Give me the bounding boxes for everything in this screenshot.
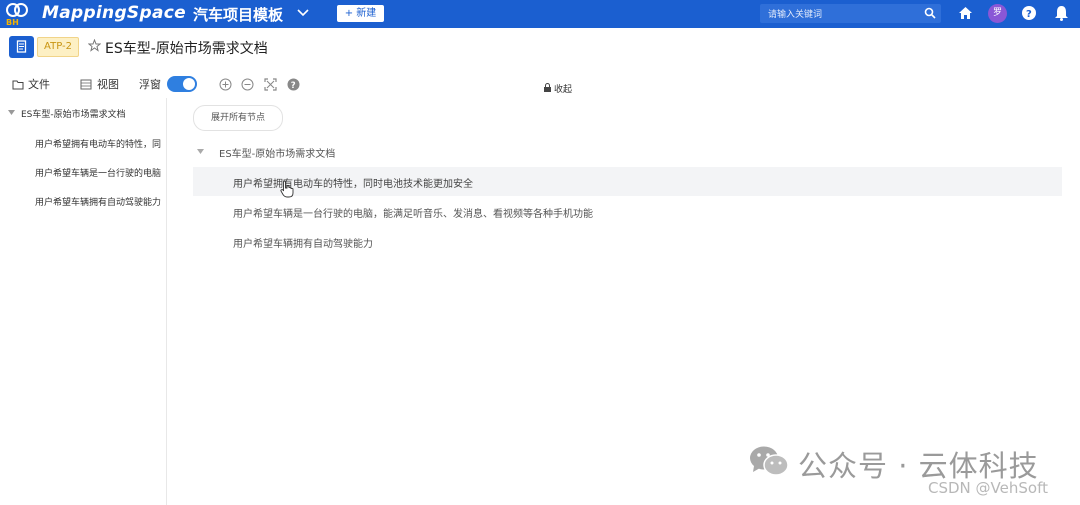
svg-text:?: ?: [291, 81, 296, 91]
sidebar-item[interactable]: 用户希望车辆是一台行驶的电脑: [35, 166, 163, 179]
tree-row[interactable]: 用户希望拥有电动车的特性，同时电池技术能更加安全: [193, 167, 1062, 196]
chevron-down-icon[interactable]: [296, 6, 310, 20]
tree-row[interactable]: 用户希望车辆拥有自动驾驶能力: [193, 227, 1062, 256]
svg-text:?: ?: [1026, 9, 1032, 20]
tree-row-text: 用户希望车辆是一台行驶的电脑，能满足听音乐、发消息、看视频等各种手机功能: [233, 209, 593, 220]
document-icon: [9, 36, 34, 58]
view-icon[interactable]: [80, 79, 92, 90]
caret-down-icon[interactable]: [197, 149, 204, 154]
watermark-csdn: CSDN @VehSoft: [928, 479, 1048, 497]
star-icon[interactable]: [88, 39, 101, 52]
sidebar-item[interactable]: 用户希望车辆拥有自动驾驶能力: [35, 195, 163, 208]
cursor-icon: [280, 180, 294, 198]
view-menu[interactable]: 视图: [97, 77, 119, 93]
tree-root-node[interactable]: ES车型-原始市场需求文档: [219, 145, 335, 160]
logo-text: BH: [6, 18, 19, 27]
lock-icon: [544, 83, 551, 92]
search-icon[interactable]: [924, 7, 936, 19]
zoom-in-icon[interactable]: [219, 78, 232, 91]
toggle-knob: [183, 78, 195, 90]
home-icon[interactable]: [958, 6, 973, 20]
search-box: [760, 4, 941, 25]
expand-all-button[interactable]: 展开所有节点: [193, 105, 283, 131]
tree-row-text: 用户希望车辆拥有自动驾驶能力: [233, 239, 373, 250]
caret-down-icon[interactable]: [8, 110, 15, 115]
fit-screen-icon[interactable]: [264, 78, 277, 91]
zoom-out-icon[interactable]: [241, 78, 254, 91]
wechat-icon: [750, 446, 789, 476]
float-window-label: 浮窗: [139, 78, 161, 91]
avatar[interactable]: 罗: [988, 4, 1007, 23]
top-bar: BH MappingSpace 汽车项目模板 + 新建 罗 ?: [0, 0, 1080, 28]
project-selector[interactable]: 汽车项目模板: [193, 4, 283, 25]
logo-icon[interactable]: BH: [4, 1, 30, 27]
tree-row-text: 用户希望拥有电动车的特性，同时电池技术能更加安全: [233, 179, 473, 190]
new-button[interactable]: + 新建: [337, 5, 384, 22]
sidebar-item[interactable]: 用户希望拥有电动车的特性，同: [35, 137, 163, 150]
brand-name[interactable]: MappingSpace: [42, 3, 186, 23]
collapse-button[interactable]: 收起: [554, 82, 572, 95]
document-title: ES车型-原始市场需求文档: [105, 41, 268, 57]
float-window-toggle[interactable]: [167, 76, 197, 92]
bell-icon[interactable]: [1054, 5, 1069, 21]
folder-icon[interactable]: [12, 79, 24, 90]
tree-row[interactable]: 用户希望车辆是一台行驶的电脑，能满足听音乐、发消息、看视频等各种手机功能: [193, 197, 1062, 226]
sidebar-root-item[interactable]: ES车型-原始市场需求文档: [21, 107, 126, 120]
document-id-badge[interactable]: ATP-2: [37, 37, 79, 57]
help-circle-icon[interactable]: ?: [287, 78, 300, 91]
sidebar: ES车型-原始市场需求文档 用户希望拥有电动车的特性，同 用户希望车辆是一台行驶…: [0, 98, 167, 505]
file-menu[interactable]: 文件: [28, 77, 50, 93]
search-input[interactable]: [766, 4, 920, 25]
help-icon[interactable]: ?: [1021, 5, 1037, 21]
